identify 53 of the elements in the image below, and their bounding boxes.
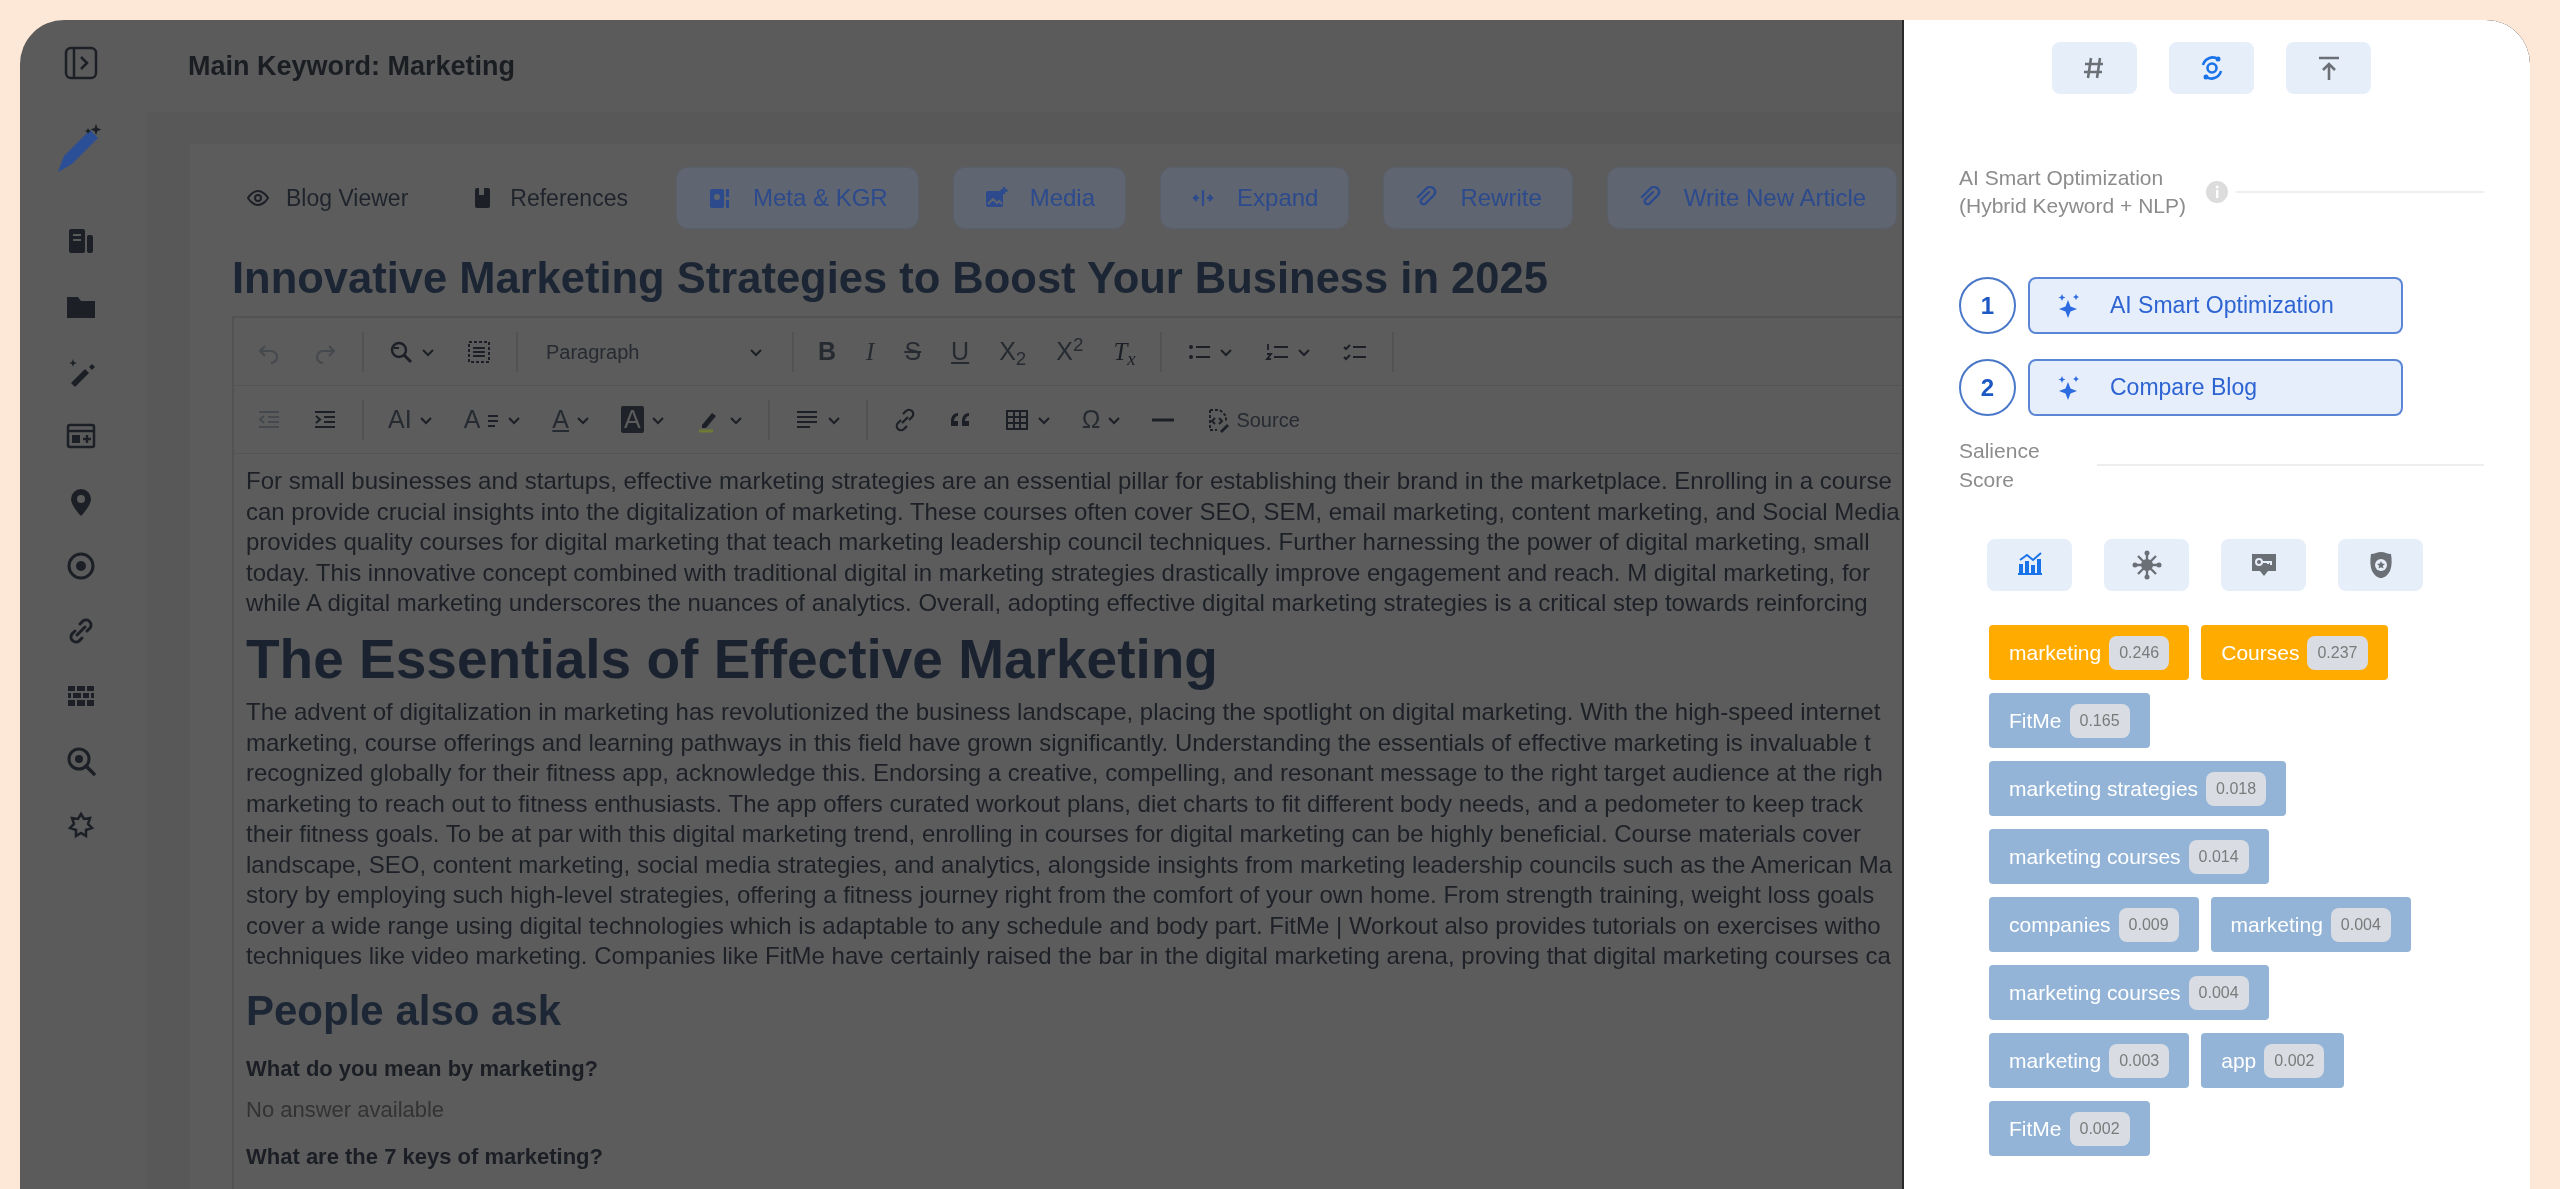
keyword-score: 0.002 (2069, 1111, 2130, 1146)
view-tab[interactable] (2221, 539, 2306, 591)
keyword-tag[interactable]: companies 0.009 (1989, 897, 2199, 952)
toolbar-button[interactable] (2052, 42, 2137, 94)
network-icon (2131, 550, 2162, 580)
question-text: What are the 7 keys of marketing? (246, 1143, 604, 1172)
font-background-dropdown[interactable]: A (609, 396, 678, 443)
view-tab[interactable] (1987, 539, 2072, 591)
info-icon (2206, 181, 2228, 203)
keyword-tag[interactable]: marketing courses 0.004 (1989, 965, 2269, 1020)
keyword-score: 0.237 (2307, 635, 2368, 670)
optimization-label: AI Smart Optimization (Hybrid Keyword + NLP) (1959, 165, 2187, 219)
keyword-score: 0.246 (2109, 635, 2170, 670)
keyword-score: 0.009 (2118, 907, 2179, 942)
paragraph-text: The advent of digitalization in marketing has revolutionized the business landscape, placing the spotlight on digital marketing. With the high-speed internet marketing, course offerings and learning pathways in this field have grown significantly. Understanding the essentials of effective marketing is invaluable t recognized globally for their fitness app, acknowledge this. Endorsing a creative, compelling, and resonant message to the right target audience at the righ marketing to reach out to fitness enthusiasts. The app offers curated workout plans, diet charts to fit different body needs, and a pedometer to keep track their fitness goals. To be at par with this digital marketing trend, enrolling in courses for digital marketing can be highly beneficial. Course materials cover landscape, SEO, content marketing, social media strategies, and analytics, alongside insights from marketing leadership councils such as the American Ma story by employing such high-level strategies, offering a fitness journey right from the comfort of your own home. From strength training, weight loss goals cover a wide range using digital technologies which is adaptable to any schedule and body part. FitMe | Workout also provides tutorials on exercises witho techniques like video marketing. Companies like FitMe have certainly raised the bar in the digital marketing arena, proving that digital marketing courses ca (246, 697, 1894, 972)
section-subheading: People also ask (246, 985, 563, 1036)
select-all-icon (466, 338, 492, 365)
step-button[interactable]: AI Smart Optimization (2028, 277, 2403, 334)
salience-score-label: Salience Score (1959, 438, 2041, 493)
paragraph-text: For small businesses and startups, effective marketing strategies are an essential pillar for establishing their brand in the marketplace. Enrolling in a course can provide crucial insights into the digitalization of marketing. These courses often cover SEO, SEM, email marketing, content marketing, and Social Media provides quality courses for digital marketing that teach marketing leadership council techniques. Further harnessing the power of digital marketing, small today. This innovative concept combined with traditional digital in marketing strategies drastically improve engagement and reach. M digital marketing, for while A digital marketing underscores the nuances of analytics. Overall, adopting effective digital marketing strategies is a critical step towards reinforcing (246, 466, 1901, 619)
toolbar-button[interactable] (2286, 42, 2371, 94)
clear-format-button[interactable]: T$_{x}$ (1101, 328, 1148, 375)
action-button[interactable]: References (456, 168, 642, 228)
keyword-tag[interactable]: Courses 0.237 (2201, 625, 2388, 680)
sidebar-toggle-icon[interactable] (63, 45, 99, 81)
keyword-score: 0.002 (2264, 1043, 2325, 1078)
keyword-tag[interactable]: marketing 0.246 (1989, 625, 2190, 680)
keyword-score: 0.004 (2188, 975, 2249, 1010)
keyword-tag[interactable]: marketing strategies 0.018 (1989, 761, 2287, 816)
keyword-tag[interactable]: marketing 0.004 (2210, 897, 2411, 952)
question-text: What do you mean by marketing? (246, 1055, 600, 1084)
view-tab[interactable] (2338, 539, 2423, 591)
main-keyword-title: Main Keyword: Marketing (188, 49, 516, 83)
keyword-score: 0.014 (2188, 839, 2249, 874)
keyword-score: 0.165 (2069, 703, 2130, 738)
keyword-tag[interactable]: marketing courses 0.014 (1989, 829, 2269, 884)
toolbar-button[interactable] (2169, 42, 2254, 94)
keyword-score: 0.003 (2109, 1043, 2170, 1078)
keyword-score: 0.018 (2206, 771, 2267, 806)
section-heading: The Essentials of Effective Marketing (246, 626, 1219, 692)
image-add-icon (983, 186, 1008, 210)
step-number: 2 (1959, 359, 2016, 416)
step-number: 1 (1959, 277, 2016, 334)
action-button[interactable]: Blog Viewer (232, 168, 423, 228)
keyword-tag[interactable]: FitMe 0.165 (1989, 693, 2150, 748)
keyword-tag[interactable]: marketing 0.003 (1989, 1033, 2190, 1088)
step-button[interactable]: Compare Blog (2028, 359, 2403, 416)
keyword-tag[interactable]: FitMe 0.002 (1989, 1101, 2150, 1156)
horizontal-line-icon (1152, 417, 1175, 422)
keyword-tag[interactable]: app 0.002 (2201, 1033, 2345, 1088)
view-tab[interactable] (2104, 539, 2189, 591)
article-title: Innovative Marketing Strategies to Boost Your Business in 2025 (232, 253, 1549, 304)
keyword-score: 0.004 (2330, 907, 2391, 942)
